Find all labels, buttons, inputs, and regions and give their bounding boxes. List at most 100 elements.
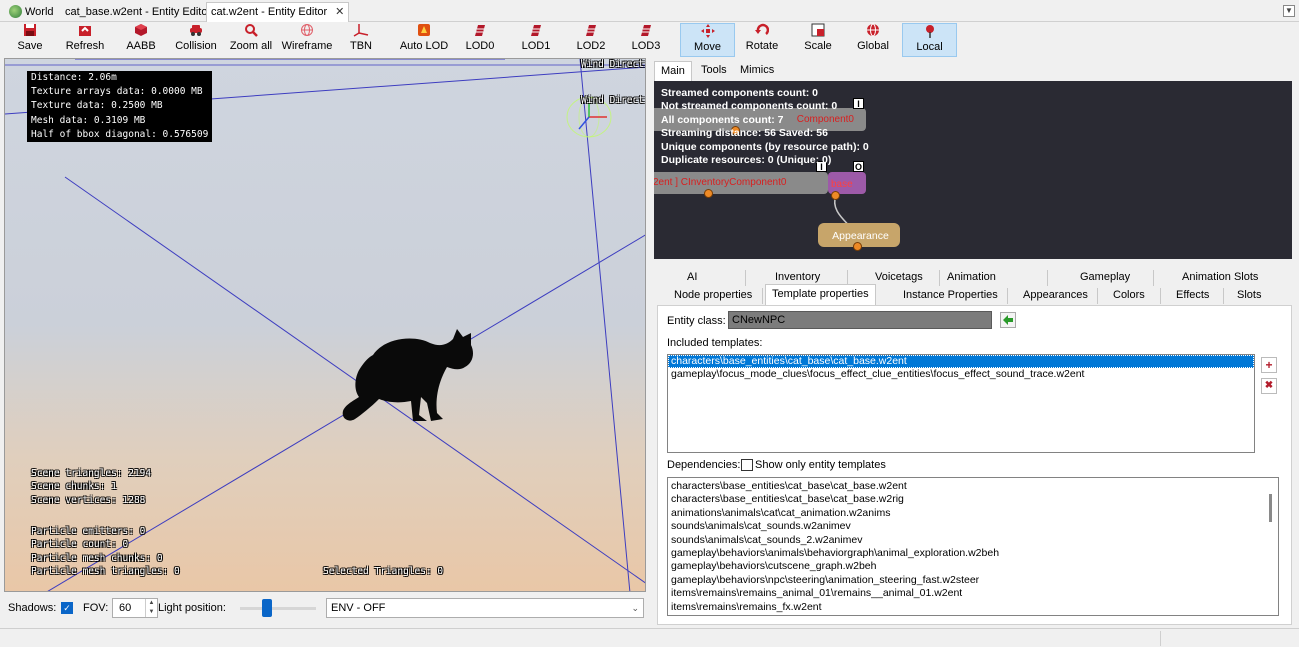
spin-arrows-icon[interactable]: ▲ ▼	[145, 599, 157, 617]
lod-icon	[573, 23, 609, 40]
tab-appearances[interactable]: Appearances	[1023, 289, 1088, 301]
fov-spinbox[interactable]: 60 ▲ ▼	[112, 598, 158, 618]
chevron-down-icon[interactable]: ▼	[1283, 5, 1295, 17]
light-position-slider-thumb[interactable]	[261, 599, 272, 617]
list-item[interactable]: characters\base_entities\cat_base\cat_ba…	[668, 493, 1278, 506]
rotate-icon	[742, 23, 782, 40]
included-templates-list[interactable]: characters\base_entities\cat_base\cat_ba…	[667, 354, 1255, 453]
selected-triangles: Selected Triangles: 0	[323, 566, 444, 577]
lod3-button[interactable]: LOD3	[628, 23, 664, 57]
aabb-button[interactable]: AABB	[122, 23, 160, 57]
list-item[interactable]: gameplay\focus_mode_clues\focus_effect_c…	[668, 368, 1254, 381]
tab-template-properties[interactable]: Template properties	[765, 284, 876, 305]
stat-distance: Distance: 2.06m	[31, 71, 209, 86]
local-label: Local	[916, 41, 943, 53]
tab-gameplay[interactable]: Gameplay	[1080, 271, 1130, 283]
wireframe-button[interactable]: Wireframe	[280, 23, 334, 57]
cat-model[interactable]	[335, 327, 485, 427]
tab-inventory[interactable]: Inventory	[775, 271, 820, 283]
show-only-entity-templates-checkbox[interactable]	[741, 459, 753, 471]
tab-node-properties[interactable]: Node properties	[674, 289, 752, 301]
node-label: Appearance	[832, 230, 889, 242]
tab-animation-slots[interactable]: Animation Slots	[1182, 271, 1258, 283]
add-template-button[interactable]: +	[1261, 357, 1277, 373]
wireframe-label: Wireframe	[281, 40, 333, 52]
list-item[interactable]: characters\base_entities\cat_base\cat_ba…	[668, 480, 1278, 493]
scale-button[interactable]: Scale	[800, 23, 836, 57]
graph-pin[interactable]	[831, 191, 840, 200]
list-item[interactable]: items\remains\remains_animal_01\remains_…	[668, 587, 1278, 600]
scene-chunks: Scene chunks: 1	[31, 481, 117, 493]
tab-main[interactable]: Main	[654, 61, 692, 81]
list-item[interactable]: sounds\animals\cat_sounds.w2animev	[668, 520, 1278, 533]
auto-lod-button[interactable]: Auto LOD	[398, 23, 450, 57]
tab-cat-entity-editor[interactable]: cat.w2ent - Entity Editor ✕	[206, 2, 350, 22]
refresh-icon	[62, 23, 108, 40]
tbn-button[interactable]: TBN	[346, 23, 376, 57]
lod1-button[interactable]: LOD1	[518, 23, 554, 57]
move-icon	[681, 24, 734, 41]
tab-separator	[1047, 270, 1048, 286]
cube-icon	[122, 23, 160, 40]
magnifier-icon	[228, 23, 274, 40]
tab-colors[interactable]: Colors	[1113, 289, 1145, 301]
refresh-button[interactable]: Refresh	[62, 23, 108, 57]
streaming-distance: Streaming distance: 56 Saved: 56	[661, 127, 828, 140]
lod2-button[interactable]: LOD2	[573, 23, 609, 57]
tab-cat-base-entity-editor[interactable]: cat_base.w2ent - Entity Editor	[60, 2, 216, 22]
list-item[interactable]: items\remains\remains_fx.w2ent	[668, 601, 1278, 614]
tab-label: cat_base.w2ent - Entity Editor	[65, 6, 212, 18]
lod-icon	[628, 23, 664, 40]
component-graph[interactable]: Component0 2ent ] CInventoryComponent0 b…	[654, 81, 1292, 259]
lod0-label: LOD0	[465, 40, 495, 52]
tab-animation[interactable]: Animation	[947, 271, 996, 283]
tab-effects[interactable]: Effects	[1176, 289, 1209, 301]
list-item[interactable]: sounds\animals\cat_sounds_2.w2animev	[668, 534, 1278, 547]
move-button[interactable]: Move	[680, 23, 735, 57]
axes-icon	[346, 23, 376, 40]
collision-button[interactable]: Collision	[172, 23, 220, 57]
list-item[interactable]: characters\base_entities\cat_base\cat_ba…	[668, 355, 1254, 369]
lod0-button[interactable]: LOD0	[462, 23, 498, 57]
car-icon	[172, 23, 220, 40]
globe-icon	[854, 23, 892, 40]
list-item[interactable]: gameplay\behaviors\cutscene_graph.w2beh	[668, 560, 1278, 573]
graph-pin[interactable]	[853, 242, 862, 251]
rotate-button[interactable]: Rotate	[742, 23, 782, 57]
tab-ai[interactable]: AI	[687, 271, 697, 283]
tab-separator	[1223, 288, 1224, 304]
sphere-icon	[280, 23, 334, 40]
light-position-slider-track[interactable]	[240, 607, 316, 610]
tab-instance-properties[interactable]: Instance Properties	[903, 289, 998, 301]
scrollbar-thumb[interactable]	[1269, 494, 1272, 522]
zoom-all-button[interactable]: Zoom all	[228, 23, 274, 57]
delete-icon: ✖	[1264, 380, 1274, 391]
particle-count: Particle count: 0	[31, 539, 129, 551]
3d-viewport[interactable]: Wind Direction Wind Direction Distance: …	[4, 58, 646, 592]
local-button[interactable]: Local	[902, 23, 957, 57]
component-stats: Streamed components count: 0 Not streame…	[661, 87, 869, 167]
close-icon[interactable]: ✕	[335, 6, 344, 18]
entity-class-field[interactable]: CNewNPC	[728, 311, 992, 329]
list-item[interactable]: gameplay\behaviors\npc\steering\animatio…	[668, 574, 1278, 587]
env-dropdown[interactable]: ENV - OFF ⌄	[326, 598, 644, 618]
tab-slots[interactable]: Slots	[1237, 289, 1261, 301]
shadows-checkbox[interactable]: ✓	[61, 602, 73, 614]
tab-world[interactable]: World	[4, 2, 59, 22]
scale-label: Scale	[804, 40, 832, 52]
dependencies-list[interactable]: characters\base_entities\cat_base\cat_ba…	[667, 477, 1279, 616]
use-selected-button[interactable]	[1000, 312, 1016, 328]
stat-texture-arrays: Texture arrays data: 0.0000 MB	[31, 85, 209, 100]
tab-separator	[762, 288, 763, 304]
lod2-label: LOD2	[576, 40, 606, 52]
refresh-label: Refresh	[65, 40, 105, 52]
global-button[interactable]: Global	[854, 23, 892, 57]
tab-tools[interactable]: Tools	[695, 61, 733, 81]
save-button[interactable]: Save	[8, 23, 52, 57]
tab-mimics[interactable]: Mimics	[734, 61, 780, 81]
list-item[interactable]: gameplay\behaviors\animals\behaviorgraph…	[668, 547, 1278, 560]
graph-pin[interactable]	[704, 189, 713, 198]
list-item[interactable]: animations\animals\cat\cat_animation.w2a…	[668, 507, 1278, 520]
remove-template-button[interactable]: ✖	[1261, 378, 1277, 394]
tab-voicetags[interactable]: Voicetags	[875, 271, 923, 283]
